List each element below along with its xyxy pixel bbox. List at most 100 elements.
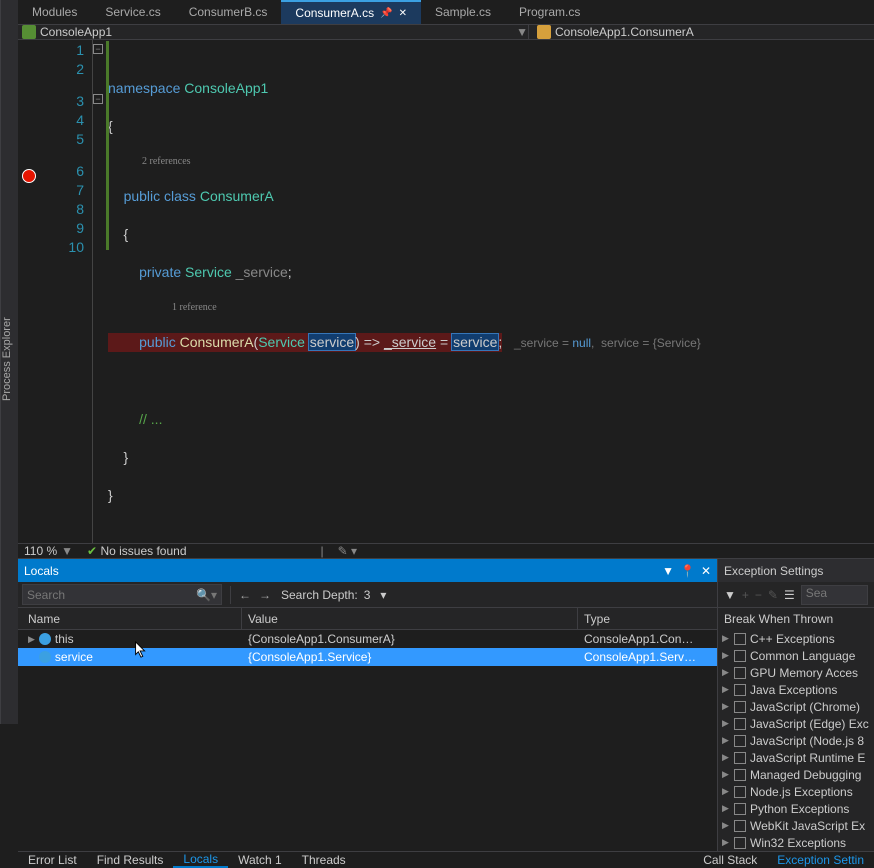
locals-row-this[interactable]: ▶this {ConsoleApp1.ConsumerA} ConsoleApp… <box>18 630 717 648</box>
btab-watch1[interactable]: Watch 1 <box>228 852 292 868</box>
tab-consumera[interactable]: ConsumerA.cs📌✕ <box>281 0 421 24</box>
exception-item[interactable]: ▶Managed Debugging <box>718 766 874 783</box>
pin-icon[interactable]: 📌 <box>380 8 392 19</box>
breakpoint-icon[interactable] <box>22 169 36 183</box>
code-body[interactable]: namespace ConsoleApp1 { 2 references pub… <box>108 40 874 543</box>
search-depth-value[interactable]: 3 ▾ <box>364 588 387 602</box>
codelens[interactable]: 1 reference <box>108 301 874 314</box>
fold-icon[interactable]: − <box>93 44 103 54</box>
expand-icon[interactable]: ▶ <box>722 769 730 780</box>
tab-program[interactable]: Program.cs <box>505 0 594 24</box>
expand-icon[interactable]: ▶ <box>722 837 730 848</box>
locals-panel: Locals ▼ 📍 ✕ Search 🔍▾ ← → Search Depth:… <box>18 559 718 851</box>
expand-icon[interactable]: ▶ <box>722 786 730 797</box>
fold-icon[interactable]: − <box>93 94 103 104</box>
btab-threads[interactable]: Threads <box>292 852 356 868</box>
brush-icon[interactable]: ✎ ▾ <box>338 544 357 558</box>
exception-item[interactable]: ▶Node.js Exceptions <box>718 783 874 800</box>
exception-item[interactable]: ▶GPU Memory Acces <box>718 664 874 681</box>
checkbox[interactable] <box>734 735 746 747</box>
line-numbers: 1 2 3 4 5 6 7 8 9 10 <box>42 40 92 543</box>
checkbox[interactable] <box>734 633 746 645</box>
zoom-level[interactable]: 110 %▼ <box>24 544 73 558</box>
col-name[interactable]: Name <box>18 608 242 629</box>
list-icon[interactable]: ☰ <box>784 588 795 602</box>
exception-settings-header[interactable]: Exception Settings <box>718 559 874 582</box>
btab-find-results[interactable]: Find Results <box>87 852 174 868</box>
tab-sample[interactable]: Sample.cs <box>421 0 505 24</box>
expand-icon[interactable]: ▶ <box>722 633 730 644</box>
tab-modules[interactable]: Modules <box>18 0 91 24</box>
locals-header[interactable]: Locals ▼ 📍 ✕ <box>18 559 717 582</box>
exception-item[interactable]: ▶WebKit JavaScript Ex <box>718 817 874 834</box>
process-explorer-rail[interactable]: Process Explorer <box>0 0 18 724</box>
exception-item[interactable]: ▶JavaScript (Chrome) <box>718 698 874 715</box>
exception-item[interactable]: ▶JavaScript (Node.js 8 <box>718 732 874 749</box>
exception-item[interactable]: ▶JavaScript Runtime E <box>718 749 874 766</box>
checkbox[interactable] <box>734 837 746 849</box>
exception-list[interactable]: ▶C++ Exceptions ▶Common Language ▶GPU Me… <box>718 630 874 851</box>
checkbox[interactable] <box>734 820 746 832</box>
expand-icon[interactable]: ▶ <box>722 684 730 695</box>
expand-icon[interactable]: ▶ <box>722 650 730 661</box>
editor-status-bar: 110 %▼ ✔ No issues found | ✎ ▾ <box>18 543 874 558</box>
checkbox[interactable] <box>734 786 746 798</box>
exception-item[interactable]: ▶Python Exceptions <box>718 800 874 817</box>
exception-item[interactable]: ▶C++ Exceptions <box>718 630 874 647</box>
tab-consumerb[interactable]: ConsumerB.cs <box>175 0 282 24</box>
btab-error-list[interactable]: Error List <box>18 852 87 868</box>
search-depth-label: Search Depth: <box>281 588 358 602</box>
tab-service[interactable]: Service.cs <box>91 0 174 24</box>
code-navbar: ConsoleApp1▼ ConsoleApp1.ConsumerA <box>18 25 874 40</box>
expand-icon[interactable]: ▶ <box>722 701 730 712</box>
checkbox[interactable] <box>734 769 746 781</box>
col-type[interactable]: Type <box>578 608 717 629</box>
checkbox[interactable] <box>734 752 746 764</box>
exception-item[interactable]: ▶Java Exceptions <box>718 681 874 698</box>
expand-icon[interactable]: ▶ <box>722 667 730 678</box>
class-icon <box>537 25 551 39</box>
nav-prev-icon[interactable]: | <box>321 544 324 558</box>
locals-search-input[interactable]: Search 🔍▾ <box>22 584 222 605</box>
breakpoint-margin[interactable] <box>18 40 42 543</box>
nav-project[interactable]: ConsoleApp1▼ <box>18 25 528 39</box>
remove-icon: − <box>755 588 762 602</box>
expand-icon[interactable]: ▶ <box>722 803 730 814</box>
col-value[interactable]: Value <box>242 608 578 629</box>
nav-type[interactable]: ConsoleApp1.ConsumerA <box>528 25 874 39</box>
document-tabs: Modules Service.cs ConsumerB.cs Consumer… <box>18 0 874 25</box>
code-editor[interactable]: 1 2 3 4 5 6 7 8 9 10 − − namespace Conso… <box>18 40 874 543</box>
exception-settings-panel: Exception Settings ▼ + − ✎ ☰ Sea Break W… <box>718 559 874 851</box>
btab-exception-settings[interactable]: Exception Settin <box>767 853 874 867</box>
expand-icon[interactable]: ▶ <box>722 735 730 746</box>
search-icon[interactable]: 🔍 <box>196 588 211 602</box>
expand-icon[interactable]: ▶ <box>722 820 730 831</box>
close-icon[interactable]: ✕ <box>701 564 711 578</box>
dropdown-icon[interactable]: ▼ <box>662 564 674 578</box>
checkbox[interactable] <box>734 667 746 679</box>
nav-fwd-icon[interactable]: → <box>255 588 275 602</box>
csharp-icon <box>22 25 36 39</box>
bottom-tabs: Error List Find Results Locals Watch 1 T… <box>18 851 874 868</box>
edit-icon: ✎ <box>768 588 778 602</box>
filter-icon[interactable]: ▼ <box>724 588 736 602</box>
checkbox[interactable] <box>734 803 746 815</box>
checkbox[interactable] <box>734 650 746 662</box>
expand-icon[interactable]: ▶ <box>722 752 730 763</box>
issues-status[interactable]: ✔ No issues found <box>87 544 186 558</box>
locals-row-service[interactable]: ▶service {ConsoleApp1.Service} ConsoleAp… <box>18 648 717 666</box>
exception-search-input[interactable]: Sea <box>801 585 868 605</box>
btab-call-stack[interactable]: Call Stack <box>693 853 767 867</box>
codelens[interactable]: 2 references <box>108 155 874 168</box>
exception-item[interactable]: ▶Win32 Exceptions <box>718 834 874 851</box>
close-icon[interactable]: ✕ <box>399 8 407 19</box>
checkbox[interactable] <box>734 684 746 696</box>
btab-locals[interactable]: Locals <box>173 852 228 868</box>
checkbox[interactable] <box>734 701 746 713</box>
nav-back-icon[interactable]: ← <box>235 588 255 602</box>
pin-icon[interactable]: 📍 <box>680 564 695 578</box>
change-marker <box>106 41 109 250</box>
locals-grid-body[interactable]: ▶this {ConsoleApp1.ConsumerA} ConsoleApp… <box>18 630 717 851</box>
expand-icon[interactable]: ▶ <box>28 634 35 645</box>
exception-item[interactable]: ▶Common Language <box>718 647 874 664</box>
